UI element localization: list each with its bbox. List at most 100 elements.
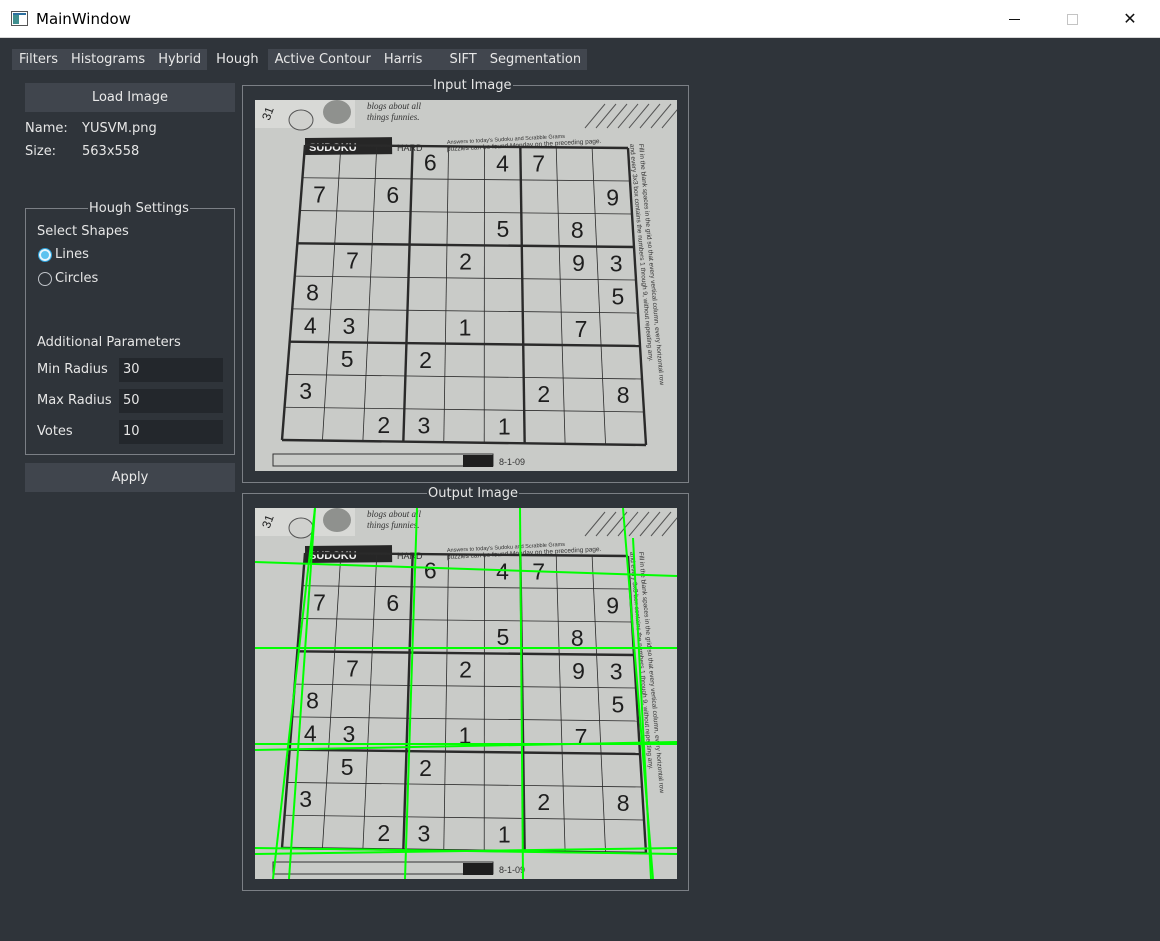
input-image-title: Input Image (432, 78, 513, 93)
circles-radio[interactable] (38, 272, 52, 286)
min-radius-label: Min Radius (37, 362, 108, 377)
sudoku-digit: 7 (532, 151, 545, 177)
input-image-group: Input Image blogs about all things funnie… (242, 78, 689, 483)
sudoku-digit: 3 (299, 786, 312, 812)
sudoku-digit: 7 (575, 724, 588, 750)
tab-segmentation[interactable]: Segmentation (482, 49, 588, 70)
sudoku-digit: 2 (459, 657, 472, 683)
minimize-icon (1008, 18, 1020, 20)
additional-parameters-label: Additional Parameters (37, 335, 181, 350)
sudoku-digit: 4 (496, 150, 509, 176)
sudoku-digit: 8 (617, 790, 630, 816)
sudoku-digit: 5 (497, 624, 510, 650)
header-text: blogs about all (367, 101, 422, 111)
sudoku-digit: 6 (386, 182, 399, 208)
sudoku-digit: 7 (313, 181, 326, 207)
header-text: things funnies. (367, 112, 420, 122)
sudoku-digit: 7 (346, 655, 359, 681)
sudoku-digit: 3 (418, 821, 431, 847)
sudoku-digit: 7 (575, 316, 588, 342)
tab-histograms[interactable]: Histograms (63, 49, 152, 70)
votes-label: Votes (37, 424, 73, 439)
cartoon-figure (323, 100, 351, 124)
sudoku-digit: 4 (304, 721, 317, 747)
name-label: Name: (25, 121, 68, 136)
sudoku-digit: 8 (571, 217, 584, 243)
apply-button[interactable]: Apply (25, 463, 235, 492)
sudoku-digit: 9 (572, 250, 585, 276)
cartoon-figure (288, 109, 314, 131)
sudoku-digit: 8 (306, 688, 319, 714)
tab-filters[interactable]: Filters (12, 49, 64, 70)
bottom-block (463, 455, 493, 467)
sudoku-digit: 2 (419, 347, 432, 373)
sudoku-label: SUDOKU (309, 550, 357, 562)
sudoku-digit: 3 (610, 658, 623, 684)
output-image: blogs about all things funnies. 3 1 SUDOKU HA… (255, 508, 677, 879)
app-icon (11, 11, 28, 26)
sudoku-digit: 9 (606, 184, 619, 210)
sudoku-digit: 2 (537, 381, 550, 407)
date-text: 8-1-09 (499, 457, 525, 467)
input-image: blogs about all things funnies. 3 1 SUDOKU HA… (255, 100, 677, 471)
sudoku-digit: 7 (313, 589, 326, 615)
header-text: things funnies. (367, 520, 420, 530)
tab-harris[interactable]: Harris (376, 49, 443, 70)
sudoku-digit: 4 (304, 313, 317, 339)
lines-radio[interactable] (38, 248, 52, 262)
close-icon: ✕ (1123, 11, 1137, 28)
sudoku-digit: 8 (617, 382, 630, 408)
maximize-button[interactable] (1043, 0, 1101, 38)
size-label: Size: (25, 144, 57, 159)
sudoku-digit: 3 (343, 313, 356, 339)
header-text: blogs about all (367, 509, 422, 519)
sudoku-digit: 6 (424, 150, 437, 176)
level-label: HARD (397, 551, 423, 561)
sudoku-digit: 8 (306, 280, 319, 306)
minimize-button[interactable] (985, 0, 1043, 38)
tab-active-contour[interactable]: Active Contour (267, 49, 377, 70)
sudoku-digit: 2 (377, 820, 390, 846)
tab-sift[interactable]: SIFT (442, 49, 483, 70)
sudoku-label: SUDOKU (309, 142, 357, 154)
sudoku-digit: 2 (459, 249, 472, 275)
size-value: 563x558 (82, 144, 140, 159)
sudoku-photo: blogs about allthings funnies. 3 1 SUDOKU HA… (255, 100, 677, 471)
sudoku-digit: 5 (612, 691, 625, 717)
sudoku-digit: 6 (386, 590, 399, 616)
sudoku-digit: 6 (424, 558, 437, 584)
sudoku-digit: 3 (299, 378, 312, 404)
name-value: YUSVM.png (82, 121, 157, 136)
sudoku-digit: 9 (572, 658, 585, 684)
output-image-group: Output Image blogs about all things funni… (242, 486, 689, 891)
cartoon-figure (323, 508, 351, 532)
close-button[interactable]: ✕ (1101, 0, 1159, 38)
sudoku-digit: 2 (537, 789, 550, 815)
sudoku-digit: 9 (606, 592, 619, 618)
max-radius-label: Max Radius (37, 393, 112, 408)
sudoku-digit: 1 (459, 314, 472, 340)
sudoku-digit: 5 (612, 283, 625, 309)
sudoku-digit: 3 (610, 250, 623, 276)
sudoku-digit: 1 (498, 822, 511, 848)
load-image-button[interactable]: Load Image (25, 83, 235, 112)
sudoku-digit: 5 (497, 216, 510, 242)
title-bar: MainWindow ✕ (0, 0, 1160, 38)
output-image-title: Output Image (427, 486, 520, 501)
cartoon-figure (288, 517, 314, 539)
bottom-block (463, 863, 493, 875)
tab-hough[interactable]: Hough (207, 49, 268, 70)
votes-input[interactable]: 10 (119, 420, 223, 444)
lines-label[interactable]: Lines (55, 247, 89, 262)
min-radius-input[interactable]: 30 (119, 358, 223, 382)
tab-hybrid[interactable]: Hybrid (151, 49, 208, 70)
sudoku-digit: 5 (341, 346, 354, 372)
max-radius-input[interactable]: 50 (119, 389, 223, 413)
circles-label[interactable]: Circles (55, 271, 98, 286)
hough-settings-title: Hough Settings (88, 201, 190, 216)
tab-bar: Filters Histograms Hybrid Hough Active Conto… (12, 49, 588, 70)
date-text: 8-1-09 (499, 865, 525, 875)
sudoku-digit: 3 (418, 413, 431, 439)
sudoku-digit: 2 (419, 755, 432, 781)
maximize-icon (1066, 13, 1078, 25)
